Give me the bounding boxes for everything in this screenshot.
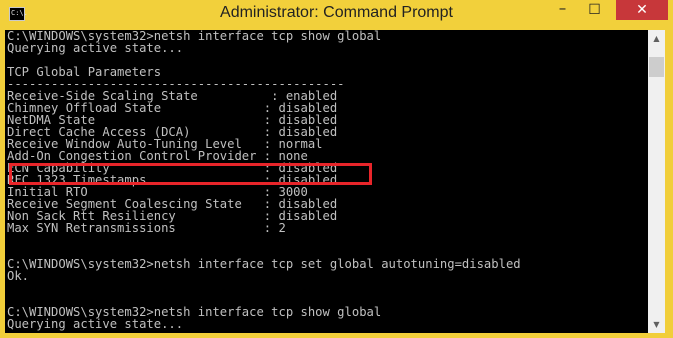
window-border-bottom <box>0 333 673 338</box>
window-border-right <box>665 30 673 338</box>
console-output[interactable]: C:\WINDOWS\system32>netsh interface tcp … <box>5 30 648 333</box>
console-line: Max SYN Retransmissions : 2 <box>7 221 286 235</box>
scroll-up-arrow-icon[interactable]: ▲ <box>648 30 665 47</box>
minimize-button[interactable]: – <box>548 0 577 20</box>
scroll-down-arrow-icon[interactable]: ▼ <box>648 316 665 333</box>
maximize-button[interactable]: ☐ <box>580 0 609 20</box>
console-line: Querying active state... <box>7 317 184 331</box>
console-line: Querying active state... <box>7 41 184 55</box>
console-line: Ok. <box>7 269 30 283</box>
console-line: C:\WINDOWS\system32>netsh interface tcp … <box>7 257 521 271</box>
highlight-box-autotuning <box>9 163 372 185</box>
close-button[interactable]: ✕ <box>616 0 668 20</box>
scroll-thumb[interactable] <box>649 57 664 77</box>
title-bar[interactable]: C:\. Administrator: Command Prompt – ☐ ✕ <box>0 0 673 30</box>
vertical-scrollbar[interactable]: ▲ ▼ <box>648 30 665 333</box>
